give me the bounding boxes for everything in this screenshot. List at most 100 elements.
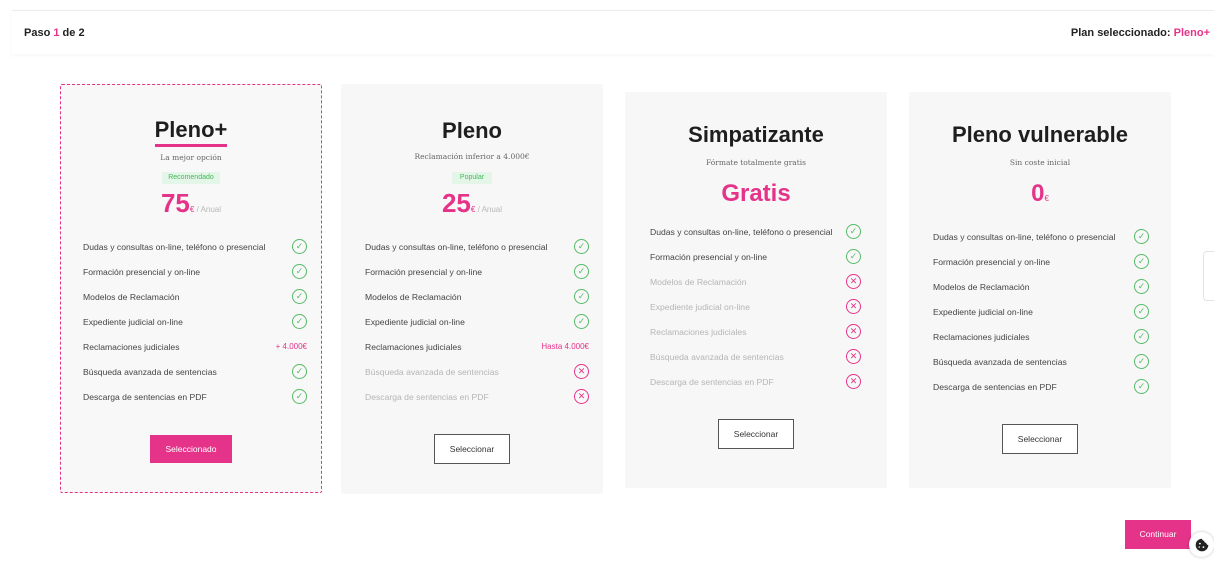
plan-price: 25€ / Anual [341,190,603,223]
step-indicator: Paso 1 de 2 [24,27,85,39]
feature-item: Dudas y consultas on-line, teléfono o pr… [650,224,861,250]
feature-list: Dudas y consultas on-line, teléfono o pr… [909,229,1171,405]
plan-card-simpatizante[interactable]: Simpatizante Fórmate totalmente gratis G… [625,92,887,488]
price-amount: 0 [1031,180,1045,207]
price-text: Gratis [721,180,791,207]
x-circle-icon: ✕ [846,274,861,289]
selected-plan-label: Plan seleccionado: [1070,27,1171,39]
feature-item: Expediente judicial on-line ✕ [650,299,861,325]
feature-item: Búsqueda avanzada de sentencias ✓ [83,364,307,390]
feature-value: Hasta 4.000€ [541,342,589,351]
feature-list: Dudas y consultas on-line, teléfono o pr… [341,239,603,415]
check-circle-icon: ✓ [292,389,307,404]
continue-button[interactable]: Continuar [1125,520,1191,549]
feature-item: Búsqueda avanzada de sentencias ✓ [933,354,1149,380]
feature-item: Búsqueda avanzada de sentencias ✕ [365,364,589,390]
selected-plan-indicator: Plan seleccionado: Pleno+ [1071,27,1210,39]
check-circle-icon: ✓ [292,289,307,304]
select-button[interactable]: Seleccionar [434,434,510,464]
x-circle-icon: ✕ [574,364,589,379]
plan-subtitle: Sin coste inicial [1009,158,1071,167]
feature-item: Modelos de Reclamación ✕ [650,274,861,300]
feature-item: Reclamaciones judiciales ✕ [650,324,861,350]
cookie-glyph [1195,538,1208,551]
cookie-icon[interactable] [1189,532,1214,557]
feature-item: Dudas y consultas on-line, teléfono o pr… [933,229,1149,255]
feature-item: Expediente judicial on-line ✓ [365,314,589,340]
feature-item: Formación presencial y on-line ✓ [650,249,861,275]
step-suffix: de 2 [62,27,85,39]
plan-subtitle: La mejor opción [160,153,222,162]
side-scroll-tab[interactable] [1203,251,1214,301]
feature-item: Formación presencial y on-line ✓ [83,264,307,290]
feature-value: + 4.000€ [275,342,307,351]
check-circle-icon: ✓ [292,264,307,279]
price-period: / Anual [194,205,222,214]
check-circle-icon: ✓ [1134,229,1149,244]
feature-item: Modelos de Reclamación ✓ [933,279,1149,305]
top-bar [12,10,1214,54]
x-circle-icon: ✕ [574,389,589,404]
plan-price: 0€ [909,181,1171,212]
feature-item: Descarga de sentencias en PDF ✕ [650,374,861,400]
price-unit: € [1044,194,1049,203]
feature-item: Formación presencial y on-line ✓ [933,254,1149,280]
check-circle-icon: ✓ [1134,254,1149,269]
feature-item: Reclamaciones judiciales ✓ [933,329,1149,355]
x-circle-icon: ✕ [846,349,861,364]
plan-subtitle: Fórmate totalmente gratis [705,158,807,167]
plan-card-pleno[interactable]: Pleno Reclamación inferior a 4.000€ Popu… [341,84,603,494]
price-amount: 25 [441,188,471,218]
check-circle-icon: ✓ [292,314,307,329]
plan-title: Pleno+ [61,117,321,147]
check-circle-icon: ✓ [1134,304,1149,319]
check-circle-icon: ✓ [1134,329,1149,344]
feature-item: Descarga de sentencias en PDF ✓ [83,389,307,415]
check-circle-icon: ✓ [574,239,589,254]
feature-item: Búsqueda avanzada de sentencias ✕ [650,349,861,375]
plan-price: Gratis [625,181,887,207]
plan-card-pleno-plus[interactable]: Pleno+ La mejor opción Recomendado 75€ /… [60,84,322,493]
feature-item: Modelos de Reclamación ✓ [83,289,307,315]
plan-title: Simpatizante [688,122,824,147]
step-prefix: Paso [24,27,51,39]
plan-title: Pleno vulnerable [951,122,1129,147]
select-button[interactable]: Seleccionar [1002,424,1078,454]
check-circle-icon: ✓ [1134,379,1149,394]
price-period: / Anual [475,205,503,214]
feature-item: Dudas y consultas on-line, teléfono o pr… [365,239,589,265]
x-circle-icon: ✕ [846,299,861,314]
plan-price: 75€ / Anual [61,190,321,223]
selected-plan-name: Pleno+ [1173,27,1210,39]
plan-subtitle: Reclamación inferior a 4.000€ [414,152,530,161]
feature-list: Dudas y consultas on-line, teléfono o pr… [625,224,887,400]
plan-badge: Popular [452,172,492,184]
check-circle-icon: ✓ [1134,354,1149,369]
select-button[interactable]: Seleccionar [718,419,794,449]
feature-item: Reclamaciones judiciales + 4.000€ [83,342,307,352]
step-current: 1 [53,27,60,39]
feature-item: Expediente judicial on-line ✓ [83,314,307,340]
check-circle-icon: ✓ [292,239,307,254]
check-circle-icon: ✓ [574,314,589,329]
check-circle-icon: ✓ [574,264,589,279]
plan-badge: Recomendado [162,172,220,184]
check-circle-icon: ✓ [292,364,307,379]
feature-item: Dudas y consultas on-line, teléfono o pr… [83,239,307,265]
feature-item: Descarga de sentencias en PDF ✓ [933,379,1149,405]
price-amount: 75 [160,188,190,218]
feature-item: Reclamaciones judiciales Hasta 4.000€ [365,342,589,352]
plan-title: Pleno [442,118,502,143]
feature-list: Dudas y consultas on-line, teléfono o pr… [61,239,321,415]
feature-item: Expediente judicial on-line ✓ [933,304,1149,330]
check-circle-icon: ✓ [846,249,861,264]
x-circle-icon: ✕ [846,374,861,389]
feature-item: Modelos de Reclamación ✓ [365,289,589,315]
check-circle-icon: ✓ [1134,279,1149,294]
check-circle-icon: ✓ [846,224,861,239]
feature-item: Descarga de sentencias en PDF ✕ [365,389,589,415]
selected-button[interactable]: Seleccionado [150,435,232,463]
x-circle-icon: ✕ [846,324,861,339]
plan-card-pleno-vulnerable[interactable]: Pleno vulnerable Sin coste inicial 0€ Du… [909,92,1171,488]
check-circle-icon: ✓ [574,289,589,304]
